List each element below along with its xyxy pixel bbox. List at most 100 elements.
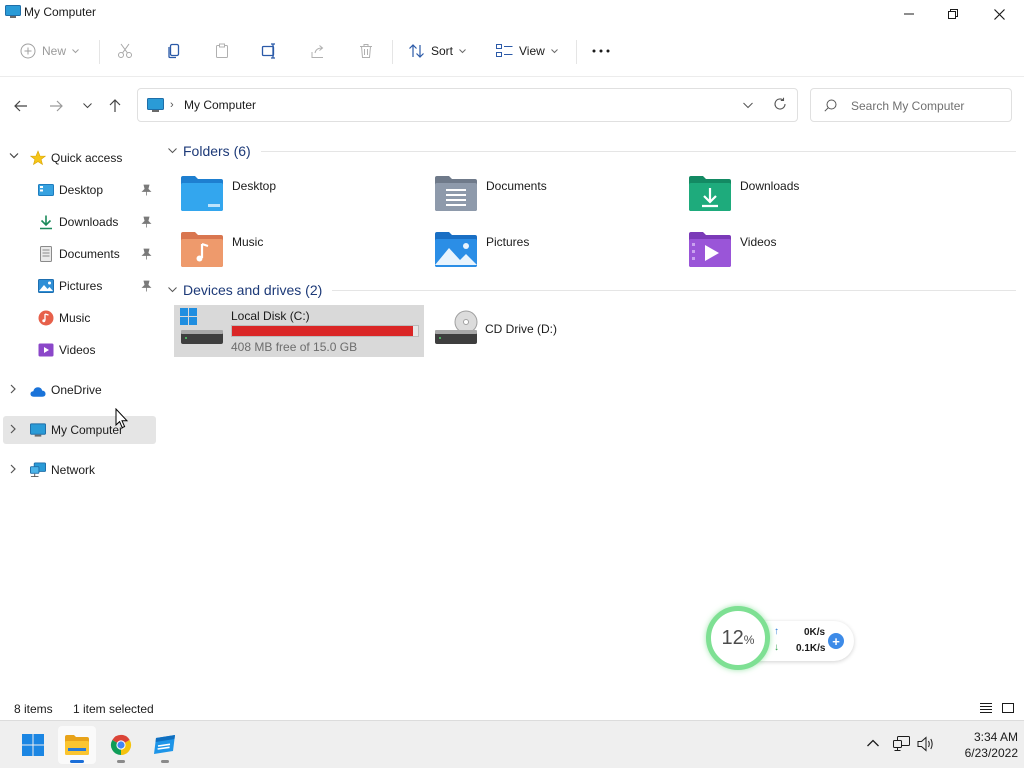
group-divider	[332, 289, 1016, 291]
back-button[interactable]	[10, 95, 32, 117]
details-view-icon[interactable]	[979, 701, 993, 715]
local-disk-icon	[180, 308, 223, 344]
copy-button[interactable]	[166, 36, 182, 66]
pin-icon[interactable]	[141, 280, 152, 292]
music-folder-icon	[181, 232, 223, 267]
cut-button[interactable]	[117, 36, 133, 66]
item-count: 8 items	[14, 702, 53, 716]
navigation-pane: Quick access Desktop Downloads Documents…	[0, 132, 158, 700]
folder-music[interactable]: Music	[172, 224, 422, 274]
volume-icon[interactable]	[917, 736, 935, 752]
chevron-right-icon[interactable]	[9, 384, 17, 394]
chrome-icon	[110, 734, 132, 756]
rename-icon	[261, 43, 275, 59]
recent-locations-button[interactable]	[76, 95, 98, 117]
status-bar: 8 items 1 item selected	[0, 700, 1024, 720]
sidebar-item-pictures[interactable]: Pictures	[0, 272, 158, 300]
taskbar-file-explorer[interactable]	[58, 726, 96, 764]
sidebar-item-label: Desktop	[59, 183, 104, 197]
sidebar-item-downloads[interactable]: Downloads	[0, 208, 158, 236]
pictures-folder-icon	[435, 232, 477, 267]
delete-button[interactable]	[358, 36, 374, 66]
sidebar-item-desktop[interactable]: Desktop	[0, 176, 158, 204]
cpu-usage-ring: 12%	[706, 606, 770, 670]
network-speed-widget[interactable]: 12% ↑ 0K/s ↓ 0.1K/s +	[704, 603, 854, 675]
folder-name: Desktop	[232, 179, 277, 193]
disk-usage-bar	[231, 325, 419, 337]
downloads-folder-icon	[689, 176, 731, 211]
tiles-view-icon[interactable]	[1001, 701, 1015, 715]
sidebar-item-label: Pictures	[59, 279, 103, 293]
new-button[interactable]: New	[20, 36, 79, 66]
breadcrumb-path[interactable]: My Computer	[184, 98, 256, 112]
drive-name: Local Disk (C:)	[231, 309, 310, 323]
sidebar-item-label: Documents	[59, 247, 120, 261]
pin-icon[interactable]	[141, 248, 152, 260]
chevron-down-icon[interactable]	[743, 98, 753, 112]
start-button[interactable]	[14, 726, 52, 764]
download-speed: 0.1K/s	[796, 643, 826, 654]
selection-count: 1 item selected	[73, 702, 154, 716]
drive-cd-d[interactable]: CD Drive (D:)	[428, 305, 678, 357]
drive-name: CD Drive (D:)	[485, 322, 557, 336]
address-bar[interactable]: › My Computer	[137, 88, 798, 122]
clock[interactable]: 3:34 AM 6/23/2022	[940, 729, 1018, 761]
cd-drive-icon	[435, 310, 478, 344]
boost-button[interactable]: +	[828, 633, 844, 649]
folders-group-header[interactable]: Folders (6)	[168, 141, 1016, 161]
mouse-cursor-icon	[115, 408, 129, 429]
drives-group-title: Devices and drives (2)	[183, 282, 323, 298]
refresh-icon[interactable]	[773, 97, 787, 111]
chevron-right-icon[interactable]	[9, 424, 17, 434]
folder-downloads[interactable]: Downloads	[680, 168, 930, 218]
restore-button[interactable]	[930, 0, 976, 28]
more-options-button[interactable]	[592, 36, 610, 66]
folder-desktop[interactable]: Desktop	[172, 168, 422, 218]
sort-button[interactable]: Sort	[408, 36, 466, 66]
star-icon	[30, 150, 46, 166]
clipboard-icon	[216, 43, 228, 58]
toolbar-divider	[99, 40, 100, 64]
network-status-icon[interactable]	[893, 736, 911, 752]
minimize-button[interactable]	[886, 0, 932, 28]
taskbar: 3:34 AM 6/23/2022	[0, 720, 1024, 768]
paste-button[interactable]	[214, 36, 230, 66]
folder-documents[interactable]: Documents	[426, 168, 676, 218]
drive-local-disk-c[interactable]: Local Disk (C:) 408 MB free of 15.0 GB	[174, 305, 424, 357]
rename-button[interactable]	[261, 36, 279, 66]
drives-group-header[interactable]: Devices and drives (2)	[168, 280, 1016, 300]
chevron-up-icon[interactable]	[866, 736, 880, 750]
close-button[interactable]	[976, 0, 1022, 28]
taskbar-app[interactable]	[146, 726, 184, 764]
folder-name: Downloads	[740, 179, 800, 193]
cloud-icon	[30, 387, 46, 397]
chevron-right-icon[interactable]	[9, 464, 17, 474]
share-button[interactable]	[310, 36, 326, 66]
chevron-down-icon	[168, 148, 177, 154]
search-box[interactable]: Search My Computer	[810, 88, 1012, 122]
desktop-icon	[38, 184, 54, 196]
sidebar-item-documents[interactable]: Documents	[0, 240, 158, 268]
sidebar-item-my-computer[interactable]: My Computer	[3, 416, 156, 444]
view-button[interactable]: View	[496, 36, 558, 66]
sidebar-item-onedrive[interactable]: OneDrive	[0, 376, 158, 404]
chevron-down-icon[interactable]	[9, 152, 19, 160]
upload-arrow-icon: ↑	[774, 626, 779, 637]
folder-videos[interactable]: Videos	[680, 224, 930, 274]
sidebar-item-videos[interactable]: Videos	[0, 336, 158, 364]
sidebar-item-music[interactable]: Music	[0, 304, 158, 332]
folder-pictures[interactable]: Pictures	[426, 224, 676, 274]
trash-icon	[360, 44, 372, 58]
sidebar-item-quick-access[interactable]: Quick access	[0, 144, 158, 172]
taskbar-chrome[interactable]	[102, 726, 140, 764]
drive-free-space: 408 MB free of 15.0 GB	[231, 340, 358, 354]
disk-usage-fill	[232, 326, 413, 336]
forward-button[interactable]	[45, 95, 67, 117]
upload-speed: 0K/s	[804, 627, 826, 638]
pin-icon[interactable]	[141, 216, 152, 228]
up-button[interactable]	[104, 95, 126, 117]
pin-icon[interactable]	[141, 184, 152, 196]
sidebar-item-label: Downloads	[59, 215, 119, 229]
sidebar-item-network[interactable]: Network	[0, 456, 158, 484]
clock-date: 6/23/2022	[964, 746, 1018, 760]
